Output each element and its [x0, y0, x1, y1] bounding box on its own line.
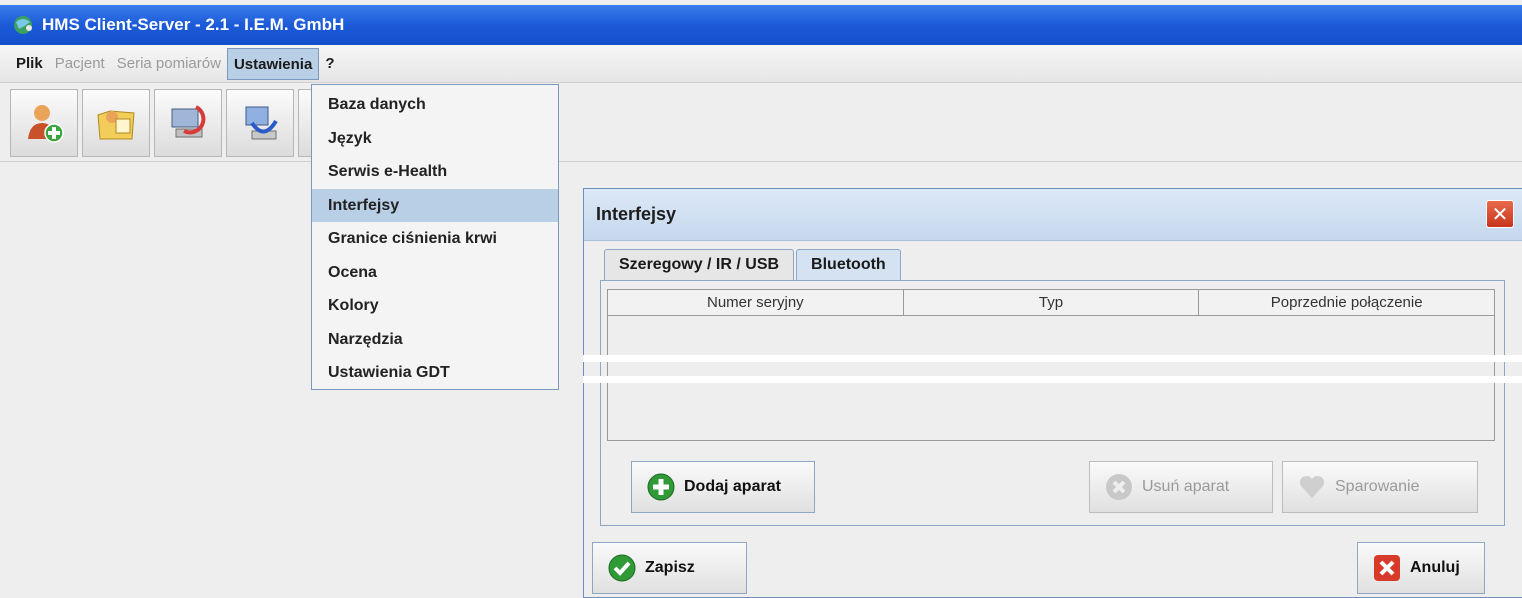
- remove-device-button[interactable]: Usuń aparat: [1089, 461, 1273, 513]
- pairing-button[interactable]: Sparowanie: [1282, 461, 1478, 513]
- menu-pacjent[interactable]: Pacjent: [49, 48, 111, 80]
- add-device-button[interactable]: Dodaj aparat: [631, 461, 815, 513]
- dialog-close-button[interactable]: ✕: [1486, 200, 1514, 228]
- window-title: HMS Client-Server - 2.1 - I.E.M. GmbH: [42, 15, 345, 34]
- column-header-type[interactable]: Typ: [904, 290, 1200, 315]
- window-titlebar[interactable]: HMS Client-Server - 2.1 - I.E.M. GmbH: [0, 5, 1522, 45]
- table-header: Numer seryjny Typ Poprzednie połączenie: [608, 290, 1494, 316]
- scan-artifact-line: [583, 355, 1522, 362]
- menu-item-ustawienia-gdt[interactable]: Ustawienia GDT: [312, 356, 558, 390]
- transfer-device-icon: [171, 104, 206, 137]
- toolbar-add-patient-button[interactable]: [10, 88, 78, 157]
- heart-icon: [1299, 475, 1325, 498]
- toolbar-sync-button[interactable]: [226, 88, 294, 157]
- tab-serial-ir-usb[interactable]: Szeregowy / IR / USB: [604, 249, 795, 281]
- dialog-tabs: Szeregowy / IR / USB Bluetooth: [604, 249, 903, 281]
- devices-table[interactable]: Numer seryjny Typ Poprzednie połączenie: [607, 289, 1495, 441]
- pairing-label: Sparowanie: [1335, 478, 1420, 495]
- add-device-label: Dodaj aparat: [684, 478, 781, 495]
- remove-circle-icon: [1106, 474, 1132, 500]
- app-globe-icon: [14, 16, 32, 34]
- sync-computer-icon: [245, 106, 278, 139]
- save-label: Zapisz: [645, 559, 695, 576]
- save-button[interactable]: Zapisz: [592, 542, 747, 594]
- settings-dropdown-menu: Baza danych Język Serwis e-Health Interf…: [311, 84, 559, 390]
- cancel-x-icon: [1374, 555, 1400, 581]
- open-folder-icon: [97, 109, 135, 139]
- remove-device-label: Usuń aparat: [1142, 478, 1230, 495]
- menu-item-jezyk[interactable]: Język: [312, 122, 558, 156]
- toolbar-open-folder-button[interactable]: [82, 88, 150, 157]
- cancel-label: Anuluj: [1410, 559, 1460, 576]
- bluetooth-tab-panel: Numer seryjny Typ Poprzednie połączenie …: [600, 280, 1505, 526]
- toolbar-transfer-button[interactable]: [154, 88, 222, 157]
- menu-item-baza-danych[interactable]: Baza danych: [312, 88, 558, 122]
- close-icon: ✕: [1491, 203, 1509, 226]
- tab-bluetooth[interactable]: Bluetooth: [796, 249, 901, 281]
- add-circle-icon: [647, 473, 675, 501]
- toolbar-hidden-button[interactable]: [298, 88, 312, 157]
- menu-ustawienia[interactable]: Ustawienia: [226, 47, 320, 80]
- menu-plik[interactable]: Plik: [10, 48, 49, 80]
- toolbar: [0, 84, 1522, 162]
- dialog-titlebar[interactable]: Interfejsy ✕: [584, 189, 1522, 241]
- column-header-serial[interactable]: Numer seryjny: [608, 290, 904, 315]
- menu-item-kolory[interactable]: Kolory: [312, 289, 558, 323]
- menubar: Plik Pacjent Seria pomiarów Ustawienia ?: [0, 45, 1522, 83]
- menu-seria-pomiarow[interactable]: Seria pomiarów: [111, 48, 227, 80]
- menu-item-serwis-ehealth[interactable]: Serwis e-Health: [312, 155, 558, 189]
- dialog-title: Interfejsy: [596, 204, 677, 224]
- add-patient-icon: [28, 104, 64, 143]
- menu-help[interactable]: ?: [319, 48, 340, 80]
- checkmark-circle-icon: [608, 554, 636, 582]
- interfaces-dialog: Interfejsy ✕ Szeregowy / IR / USB Blueto…: [583, 188, 1522, 598]
- scan-artifact-line: [583, 376, 1522, 383]
- menu-item-interfejsy[interactable]: Interfejsy: [312, 188, 558, 222]
- menu-item-granice-cisnienia[interactable]: Granice ciśnienia krwi: [312, 222, 558, 256]
- menu-item-ocena[interactable]: Ocena: [312, 256, 558, 290]
- column-header-last-connection[interactable]: Poprzednie połączenie: [1199, 290, 1494, 315]
- cancel-button[interactable]: Anuluj: [1357, 542, 1485, 594]
- menu-item-narzedzia[interactable]: Narzędzia: [312, 323, 558, 357]
